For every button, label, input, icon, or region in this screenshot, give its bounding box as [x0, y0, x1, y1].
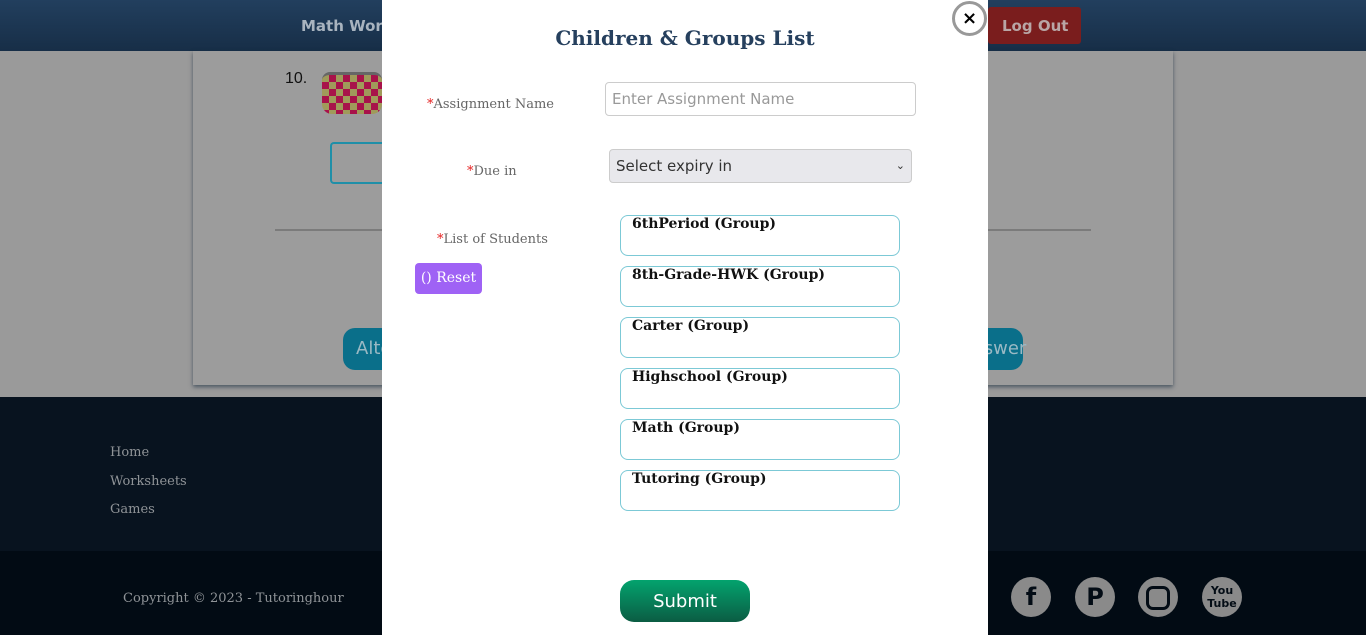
- modal-title: Children & Groups List: [555, 26, 815, 50]
- answer-input[interactable]: [330, 142, 390, 184]
- due-in-value: Select expiry in: [616, 157, 733, 175]
- facebook-icon[interactable]: f: [1011, 577, 1051, 617]
- youtube-icon[interactable]: You Tube: [1202, 577, 1242, 617]
- submit-button[interactable]: Submit: [620, 580, 750, 622]
- assignment-name-input[interactable]: [605, 82, 916, 116]
- label-text: Assignment Name: [433, 97, 554, 112]
- purse-image: [322, 72, 382, 114]
- instagram-icon[interactable]: [1138, 577, 1178, 617]
- assignment-name-label: *Assignment Name: [427, 97, 554, 112]
- group-item[interactable]: 6thPeriod (Group): [620, 215, 900, 256]
- label-text: List of Students: [443, 232, 548, 247]
- chevron-down-icon: ⌄: [895, 159, 905, 172]
- label-text: Due in: [473, 164, 517, 179]
- footer-link-games[interactable]: Games: [110, 502, 155, 517]
- group-item[interactable]: Tutoring (Group): [620, 470, 900, 511]
- reset-button[interactable]: ​() Reset: [415, 263, 482, 294]
- list-of-students-label: *List of Students: [437, 232, 548, 247]
- pinterest-icon[interactable]: P: [1075, 577, 1115, 617]
- footer-link-worksheets[interactable]: Worksheets: [110, 474, 187, 489]
- group-item[interactable]: Math (Group): [620, 419, 900, 460]
- copyright: Copyright © 2023 - Tutoringhour: [123, 591, 344, 606]
- logout-button[interactable]: Log Out: [988, 7, 1081, 44]
- footer-link-home[interactable]: Home: [110, 445, 149, 460]
- reset-icon: ​(): [420, 270, 437, 286]
- due-in-label: *Due in: [467, 164, 517, 179]
- group-item[interactable]: 8th-Grade-HWK (Group): [620, 266, 900, 307]
- group-item[interactable]: Carter (Group): [620, 317, 900, 358]
- group-item[interactable]: Highschool (Group): [620, 368, 900, 409]
- reset-label: Reset: [436, 270, 477, 286]
- close-icon[interactable]: ×: [952, 1, 987, 36]
- question-number: 10.: [285, 70, 308, 87]
- due-in-select[interactable]: Select expiry in ⌄: [609, 149, 912, 183]
